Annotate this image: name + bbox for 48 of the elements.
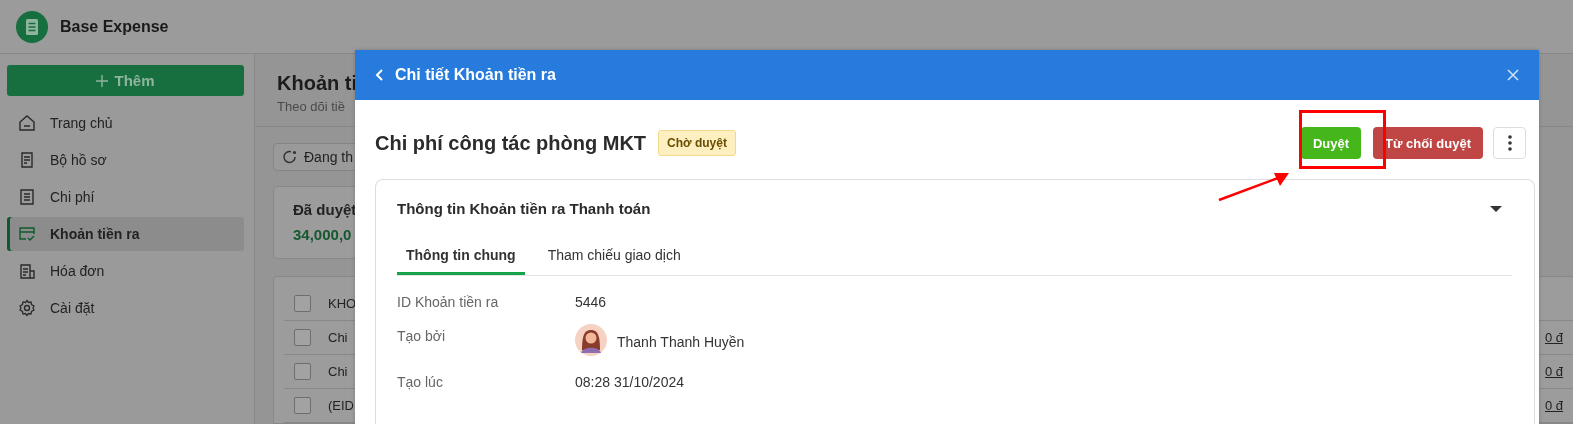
field-label: ID Khoản tiền ra bbox=[397, 294, 500, 310]
sidebar-item[interactable]: Trang chủ bbox=[7, 106, 244, 140]
sidebar-item[interactable]: Hóa đơn bbox=[7, 254, 244, 288]
pointer-arrow bbox=[1218, 172, 1290, 202]
close-icon bbox=[1506, 68, 1520, 82]
list-icon bbox=[18, 188, 36, 206]
amount-cell-text: 0 đ bbox=[1545, 330, 1565, 345]
plus-icon bbox=[96, 74, 109, 87]
sidebar-item[interactable]: Khoản tiền ra bbox=[7, 217, 244, 251]
field-label: Tạo bởi bbox=[397, 328, 447, 346]
amount-cell-text: 0 đ bbox=[1545, 398, 1565, 413]
summary-amount: 34,000,0 bbox=[293, 226, 353, 244]
tab[interactable]: Tham chiếu giao dịch bbox=[538, 237, 690, 275]
field-label: Tạo lúc bbox=[397, 374, 444, 390]
page-subtitle: Theo dõi tiề bbox=[277, 99, 345, 114]
column-header: KHO bbox=[328, 296, 357, 311]
document-icon bbox=[18, 151, 36, 169]
logo-icon bbox=[16, 10, 48, 43]
dialog-title: Chi tiết Khoản tiền ra bbox=[395, 66, 557, 84]
tab[interactable]: Thông tin chung bbox=[397, 237, 525, 275]
checkbox[interactable] bbox=[294, 363, 311, 380]
checkbox[interactable] bbox=[294, 295, 311, 312]
card-check-icon bbox=[18, 225, 36, 243]
more-icon bbox=[1507, 135, 1512, 151]
checkbox[interactable] bbox=[294, 329, 311, 346]
table-cell: Chi bbox=[328, 330, 348, 345]
receipt-icon bbox=[18, 262, 36, 280]
reject-button[interactable]: Từ chối duyệt bbox=[1373, 127, 1483, 159]
home-icon bbox=[18, 114, 36, 132]
sidebar-item[interactable]: Chi phí bbox=[7, 180, 244, 214]
sidebar-item[interactable]: Cài đặt bbox=[7, 291, 244, 325]
section-title: Thông tin Khoản tiền ra Thanh toán bbox=[397, 200, 651, 217]
status-badge: Chờ duyệt bbox=[658, 130, 736, 156]
app-name: Base Expense bbox=[60, 17, 169, 36]
refresh-icon bbox=[282, 149, 298, 166]
checkbox[interactable] bbox=[294, 397, 311, 414]
field-value: Thanh Thanh Huyền bbox=[617, 334, 745, 350]
avatar-icon bbox=[575, 324, 607, 356]
table-cell: Chi bbox=[328, 364, 348, 379]
caret-icon[interactable] bbox=[1490, 204, 1502, 213]
more-button[interactable] bbox=[1493, 127, 1526, 159]
field-value: 08:28 31/10/2024 bbox=[575, 374, 684, 390]
amount-cell-text: 0 đ bbox=[1545, 364, 1565, 379]
table-cell: (EID bbox=[328, 398, 354, 413]
sidebar-item[interactable]: Bộ hồ sơ bbox=[7, 143, 244, 177]
field-value: 5446 bbox=[575, 294, 607, 310]
settings-icon bbox=[18, 299, 36, 317]
back-icon[interactable] bbox=[375, 69, 385, 81]
